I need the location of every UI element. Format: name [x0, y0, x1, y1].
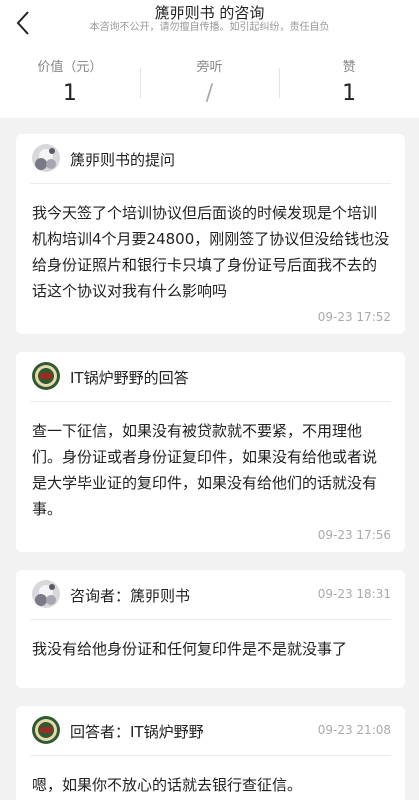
followup-question-card: 咨询者：篪戼则书 09-23 18:31 我没有给他身份证和任何复印件是不是就没… [16, 570, 405, 688]
page-title: 篪戼则书 的咨询 [154, 4, 265, 22]
card-title: 回答者：IT锅炉野野 [70, 723, 204, 741]
question-text: 我今天签了个培训协议但后面谈的时候发现是个培训机构培训4个月要24800，刚刚签… [32, 204, 390, 300]
card-title: 篪戼则书的提问 [70, 151, 176, 169]
card-title: IT锅炉野野的回答 [70, 369, 189, 387]
timestamp: 09-23 17:56 [317, 528, 391, 542]
chevron-left-icon [16, 11, 29, 35]
card-header: 回答者：IT锅炉野野 09-23 21:08 [30, 706, 391, 756]
answer-text: 查一下征信，如果没有被贷款就不要紧，不用理他们。身份证或者身份证复印件，如果没有… [32, 422, 378, 518]
stat-number: 1 [342, 81, 357, 106]
stat-number: / [205, 81, 214, 106]
stat-likes[interactable]: 赞 1 [279, 48, 419, 118]
stat-listeners: 旁听 / [139, 48, 280, 118]
card-title: 咨询者：篪戼则书 [70, 587, 191, 605]
consult-stats: 价值（元） 1 旁听 / 赞 1 [0, 48, 419, 118]
card-header: 咨询者：篪戼则书 09-23 18:31 [30, 570, 391, 620]
card-header: 篪戼则书的提问 [30, 134, 391, 184]
back-button[interactable] [12, 9, 36, 37]
timestamp: 09-23 21:08 [317, 723, 391, 737]
card-header: IT锅炉野野的回答 [30, 352, 391, 402]
top-bar: 篪戼则书 的咨询 本咨询不公开，请勿擅自传播。如引起纠纷，责任自负 [0, 0, 419, 48]
timestamp: 09-23 18:31 [317, 587, 391, 601]
timestamp: 09-23 17:52 [317, 310, 391, 324]
stat-label: 价值（元） [37, 60, 103, 75]
stat-number: 1 [62, 81, 77, 106]
question-card: 篪戼则书的提问 我今天签了个培训协议但后面谈的时候发现是个培训机构培训4个月要2… [16, 134, 405, 334]
stat-label: 赞 [342, 60, 356, 75]
lawyer-avatar[interactable] [32, 716, 60, 744]
user-avatar[interactable] [32, 580, 60, 608]
lawyer-avatar[interactable] [32, 362, 60, 390]
stat-value-price: 价值（元） 1 [0, 48, 140, 118]
followup-text: 我没有给他身份证和任何复印件是不是就没事了 [32, 640, 348, 658]
stat-label: 旁听 [196, 60, 223, 75]
user-avatar[interactable] [32, 144, 60, 172]
privacy-notice: 本咨询不公开，请勿擅自传播。如引起纠纷，责任自负 [89, 22, 330, 33]
answer-card: IT锅炉野野的回答 查一下征信，如果没有被贷款就不要紧，不用理他们。身份证或者身… [16, 352, 405, 552]
followup-answer-card: 回答者：IT锅炉野野 09-23 21:08 嗯，如果你不放心的话就去银行查征信… [16, 706, 405, 800]
followup-answer-text: 嗯，如果你不放心的话就去银行查征信。 [32, 776, 303, 794]
